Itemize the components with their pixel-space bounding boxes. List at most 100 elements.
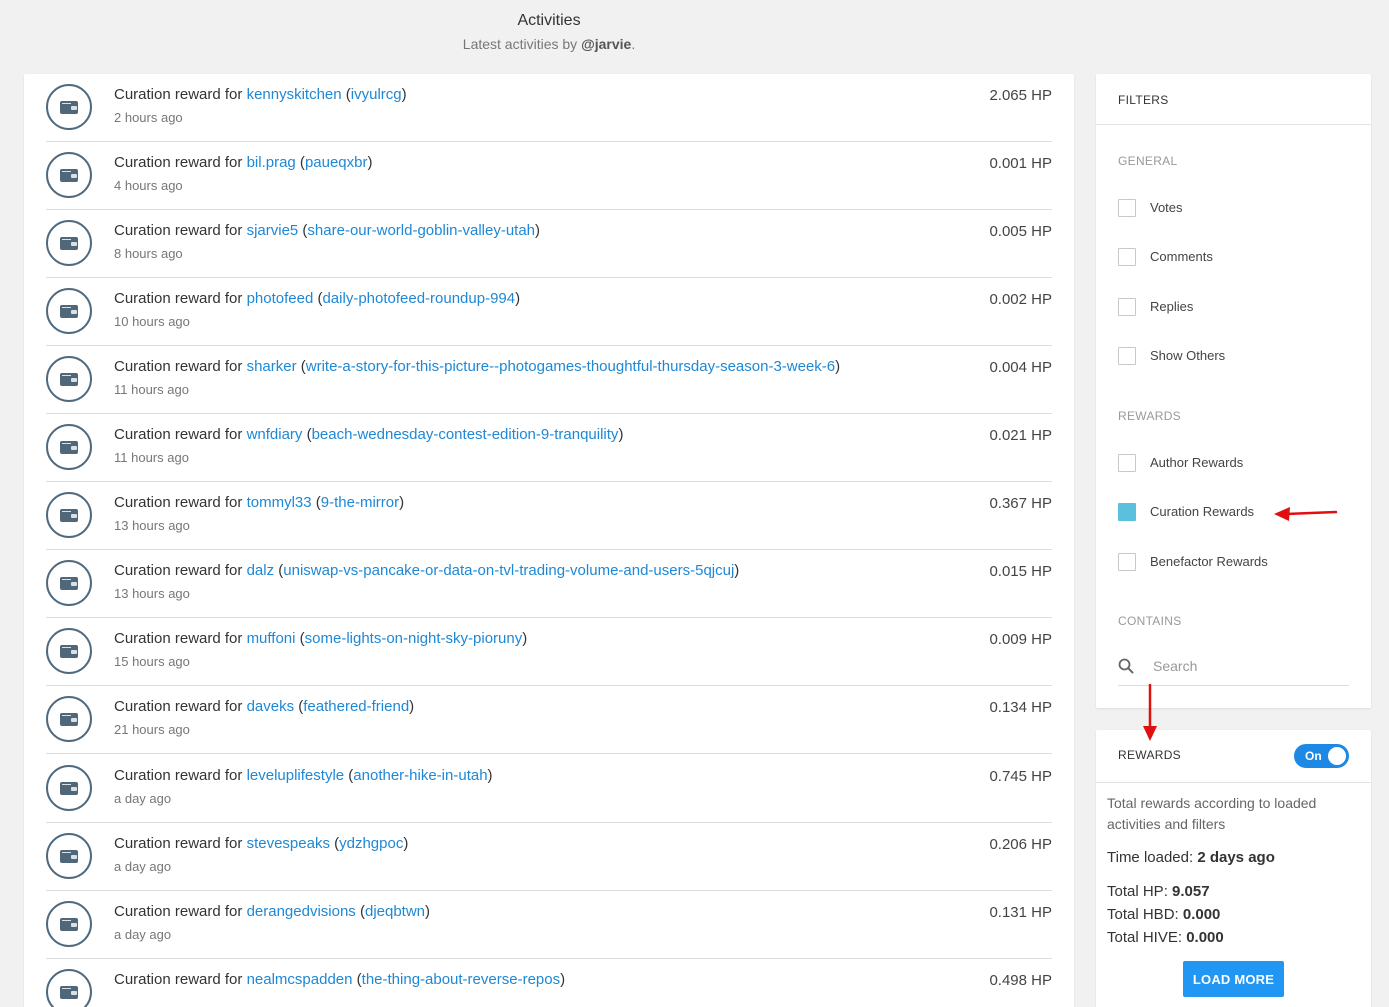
wallet-icon [60, 781, 78, 795]
filter-benefactor-rewards[interactable]: Benefactor Rewards [1118, 552, 1268, 572]
curation-rewards-checkbox[interactable] [1118, 503, 1136, 521]
filter-votes[interactable]: Votes [1118, 198, 1183, 218]
author-link[interactable]: nealmcspadden [247, 971, 353, 988]
activity-row: Curation reward for kennyskitchen (ivyul… [46, 74, 1052, 142]
filter-replies[interactable]: Replies [1118, 297, 1193, 317]
permlink-link[interactable]: paueqxbr [305, 154, 368, 171]
wallet-avatar [46, 969, 92, 1007]
permlink-link[interactable]: djeqbtwn [365, 903, 425, 920]
activity-prefix: Curation reward for [114, 154, 247, 171]
activity-row: Curation reward for tommyl33 (9-the-mirr… [46, 482, 1052, 550]
search-input[interactable] [1153, 654, 1343, 678]
activity-amount: 0.134 HP [989, 699, 1052, 716]
author-link[interactable]: sharker [247, 358, 297, 375]
rewards-description: Total rewards according to loaded activi… [1107, 795, 1317, 832]
wallet-icon [60, 372, 78, 386]
permlink-link[interactable]: ivyulrcg [351, 86, 402, 103]
author-link[interactable]: daveks [247, 698, 295, 715]
activity-amount: 2.065 HP [989, 87, 1052, 104]
permlink-link[interactable]: 9-the-mirror [321, 494, 399, 511]
activity-prefix: Curation reward for [114, 630, 247, 647]
activity-amount: 0.001 HP [989, 155, 1052, 172]
total-hive: Total HIVE: 0.000 [1107, 928, 1224, 948]
author-link[interactable]: photofeed [247, 290, 314, 307]
comments-checkbox[interactable] [1118, 248, 1136, 266]
author-link[interactable]: dalz [247, 562, 275, 579]
author-link[interactable]: muffoni [247, 630, 296, 647]
author-link[interactable]: sjarvie5 [247, 222, 299, 239]
author-link[interactable]: leveluplifestyle [247, 767, 345, 784]
paren-open: ( [352, 971, 362, 988]
wallet-avatar [46, 356, 92, 402]
activity-text: Curation reward for muffoni (some-lights… [114, 629, 527, 649]
permlink-link[interactable]: write-a-story-for-this-picture--photogam… [306, 358, 835, 375]
activity-row: Curation reward for dalz (uniswap-vs-pan… [46, 550, 1052, 618]
author-link[interactable]: wnfdiary [247, 426, 303, 443]
filter-show-others[interactable]: Show Others [1118, 346, 1225, 366]
rewards-panel: REWARDS On Total rewards according to lo… [1096, 730, 1371, 1007]
permlink-link[interactable]: the-thing-about-reverse-repos [362, 971, 560, 988]
activity-text: Curation reward for dalz (uniswap-vs-pan… [114, 561, 739, 581]
votes-label: Votes [1150, 200, 1183, 215]
activity-prefix: Curation reward for [114, 86, 247, 103]
wallet-avatar [46, 833, 92, 879]
total-hive-value: 0.000 [1186, 929, 1224, 946]
permlink-link[interactable]: feathered-friend [303, 698, 409, 715]
author-link[interactable]: stevespeaks [247, 835, 330, 852]
wallet-avatar [46, 628, 92, 674]
activity-time: 21 hours ago [114, 722, 190, 737]
activity-prefix: Curation reward for [114, 222, 247, 239]
wallet-icon [60, 849, 78, 863]
curation-rewards-label: Curation Rewards [1150, 504, 1255, 519]
paren-close: ) [515, 290, 521, 307]
paren-close: ) [409, 698, 415, 715]
toggle-knob [1328, 747, 1346, 765]
filter-comments[interactable]: Comments [1118, 247, 1213, 267]
activity-amount: 0.498 HP [989, 972, 1052, 989]
search-icon [1118, 658, 1134, 674]
show-others-checkbox[interactable] [1118, 347, 1136, 365]
total-hbd: Total HBD: 0.000 [1107, 905, 1220, 925]
paren-close: ) [399, 494, 405, 511]
activity-row: Curation reward for daveks (feathered-fr… [46, 686, 1052, 754]
permlink-link[interactable]: another-hike-in-utah [353, 767, 487, 784]
permlink-link[interactable]: ydzhgpoc [339, 835, 403, 852]
wallet-avatar [46, 696, 92, 742]
benefactor-rewards-checkbox[interactable] [1118, 553, 1136, 571]
filter-author-rewards[interactable]: Author Rewards [1118, 453, 1243, 473]
wallet-avatar [46, 560, 92, 606]
filter-curation-rewards[interactable]: Curation Rewards [1118, 502, 1254, 522]
wallet-icon [60, 644, 78, 658]
author-link[interactable]: derangedvisions [247, 903, 356, 920]
replies-label: Replies [1150, 299, 1194, 314]
rewards-toggle[interactable]: On [1294, 744, 1349, 768]
activity-prefix: Curation reward for [114, 903, 247, 920]
permlink-link[interactable]: some-lights-on-night-sky-pioruny [305, 630, 523, 647]
author-rewards-checkbox[interactable] [1118, 454, 1136, 472]
page-subtitle: Latest activities by @jarvie. [24, 36, 1074, 52]
paren-open: ( [344, 767, 354, 784]
subtitle-username: @jarvie [581, 36, 632, 52]
permlink-link[interactable]: beach-wednesday-contest-edition-9-tranqu… [312, 426, 619, 443]
permlink-link[interactable]: share-our-world-goblin-valley-utah [307, 222, 535, 239]
annotation-arrow-left-icon [1274, 507, 1338, 521]
paren-open: ( [329, 835, 340, 852]
activity-row: Curation reward for muffoni (some-lights… [46, 618, 1052, 686]
author-link[interactable]: kennyskitchen [247, 86, 342, 103]
activity-list: Curation reward for kennyskitchen ( ivyul… [24, 74, 1074, 1007]
activity-text: Curation reward for derangedvisions (dje… [114, 902, 430, 922]
activity-amount: 0.015 HP [989, 563, 1052, 580]
author-link[interactable]: tommyl33 [247, 494, 312, 511]
permlink-link[interactable]: uniswap-vs-pancake-or-data-on-tvl-tradin… [283, 562, 734, 579]
subtitle-prefix: Latest activities by [462, 36, 582, 52]
search-field[interactable] [1118, 652, 1349, 686]
time-loaded-label: Time loaded: [1107, 849, 1198, 866]
total-hp: Total HP: 9.057 [1107, 882, 1210, 902]
author-link[interactable]: bil.prag [247, 154, 296, 171]
show-others-label: Show Others [1150, 348, 1226, 363]
replies-checkbox[interactable] [1118, 298, 1136, 316]
load-more-button[interactable]: LOAD MORE [1183, 961, 1284, 997]
paren-close: ) [487, 767, 493, 784]
permlink-link[interactable]: daily-photofeed-roundup-994 [322, 290, 515, 307]
votes-checkbox[interactable] [1118, 199, 1136, 217]
